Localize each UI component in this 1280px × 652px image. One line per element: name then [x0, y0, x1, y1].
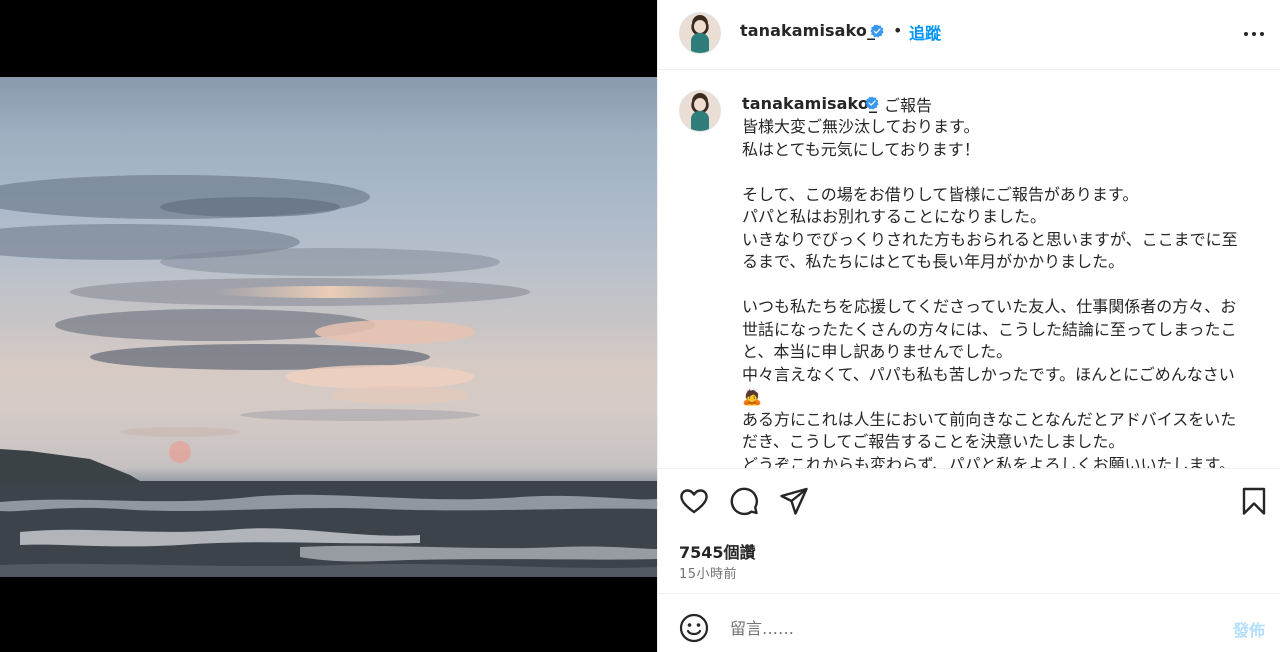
follow-button[interactable]: 追蹤 — [909, 20, 941, 44]
caption-username[interactable]: tanakamisako_ — [742, 94, 877, 113]
post-header: tanakamisako_ • 追蹤 — [658, 0, 1280, 70]
comment-input[interactable] — [728, 612, 1212, 644]
actions-bar: 7545個讚 15小時前 — [658, 468, 1280, 594]
bookmark-icon[interactable] — [1238, 485, 1270, 517]
verified-badge-icon — [865, 96, 879, 110]
verified-badge-icon — [870, 24, 884, 38]
caption-scroll-area[interactable]: tanakamisako_ ご報告 皆様大変ご無沙汰しております。 私はとても元… — [658, 70, 1280, 468]
post-timestamp[interactable]: 15小時前 — [679, 563, 737, 582]
more-horizontal-icon[interactable] — [1240, 20, 1268, 48]
caption-title: ご報告 — [884, 96, 933, 115]
post-details-panel: tanakamisako_ • 追蹤 tanakamisako_ ご報告 皆様大… — [657, 0, 1280, 652]
smiley-icon[interactable] — [678, 612, 710, 644]
instagram-post-view: tanakamisako_ • 追蹤 tanakamisako_ ご報告 皆様大… — [0, 0, 1280, 652]
comment-bubble-icon[interactable] — [728, 485, 760, 517]
separator-dot: • — [893, 21, 903, 40]
author-username[interactable]: tanakamisako_ — [740, 21, 875, 40]
caption-body: 皆様大変ご無沙汰しております。 私はとても元気にしております！ そして、この場を… — [742, 117, 1238, 468]
avatar[interactable] — [679, 90, 721, 132]
media-pane — [0, 0, 657, 652]
post-photo[interactable] — [0, 77, 657, 577]
avatar[interactable] — [679, 12, 721, 54]
paper-plane-icon[interactable] — [778, 485, 810, 517]
heart-icon[interactable] — [678, 485, 710, 517]
post-comment-button[interactable]: 發佈 — [1233, 617, 1265, 641]
sky-sea-scene — [0, 175, 657, 577]
comment-composer: 發佈 — [658, 594, 1280, 652]
likes-count[interactable]: 7545個讚 — [679, 539, 756, 563]
